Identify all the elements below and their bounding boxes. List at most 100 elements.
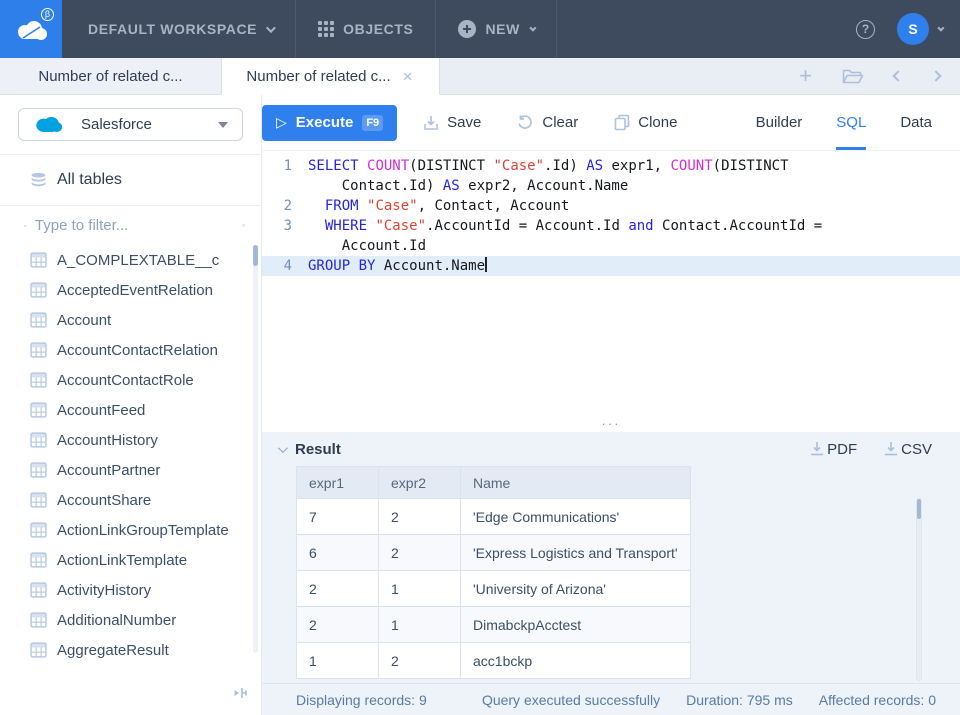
table-list-item[interactable]: Account bbox=[0, 305, 261, 335]
table-cell[interactable]: 1 bbox=[379, 571, 461, 607]
result-scrollbar[interactable] bbox=[916, 498, 922, 681]
table-cell[interactable]: 2 bbox=[379, 499, 461, 535]
table-cell[interactable]: 2 bbox=[297, 607, 379, 643]
scrollbar-thumb[interactable] bbox=[253, 245, 258, 266]
code-line[interactable]: 4 GROUP BY Account.Name bbox=[262, 256, 960, 276]
open-folder-button[interactable] bbox=[842, 68, 864, 85]
help-button[interactable]: ? bbox=[856, 0, 875, 58]
table-list-item[interactable]: A_COMPLEXTABLE__c bbox=[0, 245, 261, 275]
export-pdf-button[interactable]: PDF bbox=[809, 441, 857, 458]
line-number bbox=[262, 176, 308, 196]
table-cell[interactable]: 'Express Logistics and Transport' bbox=[461, 535, 691, 571]
sidebar-scrollbar[interactable] bbox=[253, 245, 258, 653]
result-body: expr1expr2Name 72'Edge Communications'62… bbox=[262, 466, 960, 683]
refresh-icon[interactable] bbox=[242, 217, 245, 234]
query-tab-1[interactable]: Number of related c... bbox=[0, 58, 222, 94]
panel-splitter[interactable]: ··· bbox=[262, 422, 960, 432]
code-text: Account.Id bbox=[308, 236, 426, 256]
code-line[interactable]: Account.Id bbox=[262, 236, 960, 256]
table-icon bbox=[30, 582, 47, 598]
query-tab-2-active[interactable]: Number of related c... × bbox=[222, 58, 440, 95]
filter-input[interactable] bbox=[35, 217, 234, 234]
collapse-sidebar-button[interactable] bbox=[233, 686, 249, 705]
table-cell[interactable]: acc1bckp bbox=[461, 643, 691, 679]
tab-sql[interactable]: SQL bbox=[836, 95, 866, 150]
table-cell[interactable]: 2 bbox=[379, 535, 461, 571]
copy-icon bbox=[614, 114, 630, 131]
column-header[interactable]: expr1 bbox=[297, 467, 379, 499]
table-cell[interactable]: 1 bbox=[379, 607, 461, 643]
table-name: AggregateResult bbox=[57, 642, 169, 659]
table-list-item[interactable]: AdditionalNumber bbox=[0, 605, 261, 635]
clear-button[interactable]: Clear bbox=[517, 114, 578, 131]
table-cell[interactable]: 'Edge Communications' bbox=[461, 499, 691, 535]
column-header[interactable]: Name bbox=[461, 467, 691, 499]
table-list-item[interactable]: AccountContactRelation bbox=[0, 335, 261, 365]
chevron-down-icon bbox=[266, 23, 276, 33]
status-message: Query executed successfully bbox=[482, 692, 660, 708]
column-header[interactable]: expr2 bbox=[379, 467, 461, 499]
code-line[interactable]: 1 SELECT COUNT(DISTINCT "Case".Id) AS ex… bbox=[262, 156, 960, 176]
close-icon[interactable]: × bbox=[401, 66, 415, 87]
table-list-item[interactable]: AccountFeed bbox=[0, 395, 261, 425]
grid-icon bbox=[318, 21, 334, 37]
table-list-item[interactable]: ActivityHistory bbox=[0, 575, 261, 605]
table-list-item[interactable]: AccountPartner bbox=[0, 455, 261, 485]
table-list-item[interactable]: AcceptedEventRelation bbox=[0, 275, 261, 305]
tab-actions: + bbox=[799, 58, 960, 94]
table-row[interactable]: 72'Edge Communications' bbox=[297, 499, 691, 535]
table-row[interactable]: 21'University of Arizona' bbox=[297, 571, 691, 607]
table-cell[interactable]: 2 bbox=[297, 571, 379, 607]
table-row[interactable]: 62'Express Logistics and Transport' bbox=[297, 535, 691, 571]
prev-tab-button[interactable] bbox=[894, 72, 902, 80]
save-button[interactable]: Save bbox=[423, 114, 481, 131]
export-csv-button[interactable]: CSV bbox=[883, 441, 932, 458]
app-logo[interactable]: β bbox=[0, 0, 62, 58]
table-list-item[interactable]: ActionLinkTemplate bbox=[0, 545, 261, 575]
connection-select[interactable]: Salesforce bbox=[18, 108, 243, 141]
table-list-item[interactable]: AccountContactRole bbox=[0, 365, 261, 395]
tab-builder[interactable]: Builder bbox=[756, 95, 803, 150]
filter-row bbox=[0, 206, 261, 245]
objects-menu[interactable]: OBJECTS bbox=[296, 0, 435, 58]
table-row[interactable]: 21DimabckpAcctest bbox=[297, 607, 691, 643]
code-line[interactable]: Contact.Id) AS expr2, Account.Name bbox=[262, 176, 960, 196]
line-number: 1 bbox=[262, 156, 308, 176]
new-menu[interactable]: NEW bbox=[436, 0, 555, 58]
table-cell[interactable]: DimabckpAcctest bbox=[461, 607, 691, 643]
cloud-icon bbox=[14, 17, 48, 41]
all-tables-item[interactable]: All tables bbox=[0, 155, 261, 205]
table-cell[interactable]: 1 bbox=[297, 643, 379, 679]
code-line[interactable]: 3 WHERE "Case".AccountId = Account.Id an… bbox=[262, 216, 960, 236]
table-cell[interactable]: 6 bbox=[297, 535, 379, 571]
workspace-menu[interactable]: DEFAULT WORKSPACE bbox=[62, 0, 295, 58]
table-name: AdditionalNumber bbox=[57, 612, 176, 629]
table-name: Account bbox=[57, 312, 111, 329]
next-tab-button[interactable] bbox=[932, 72, 940, 80]
result-panel: Result PDF bbox=[262, 432, 960, 715]
line-number: 4 bbox=[262, 256, 308, 276]
tab-label: SQL bbox=[836, 114, 866, 131]
sql-editor[interactable]: 1 SELECT COUNT(DISTINCT "Case".Id) AS ex… bbox=[262, 150, 960, 422]
folder-icon bbox=[842, 68, 864, 85]
account-menu[interactable]: S bbox=[897, 0, 942, 58]
new-tab-button[interactable]: + bbox=[799, 65, 812, 87]
tab-data[interactable]: Data bbox=[900, 95, 932, 150]
table-list-item[interactable]: ActionLinkGroupTemplate bbox=[0, 515, 261, 545]
table-cell[interactable]: 7 bbox=[297, 499, 379, 535]
table-cell[interactable]: 'University of Arizona' bbox=[461, 571, 691, 607]
table-list-item[interactable]: AccountShare bbox=[0, 485, 261, 515]
table-list-item[interactable]: AggregateResult bbox=[0, 635, 261, 665]
code-line[interactable]: 2 FROM "Case", Contact, Account bbox=[262, 196, 960, 216]
clone-button[interactable]: Clone bbox=[614, 114, 677, 131]
table-cell[interactable]: 2 bbox=[379, 643, 461, 679]
displaying-records: Displaying records: 9 bbox=[296, 692, 427, 708]
table-icon bbox=[30, 552, 47, 568]
question-icon: ? bbox=[856, 20, 875, 39]
scrollbar-thumb[interactable] bbox=[917, 499, 921, 519]
collapse-result-icon[interactable] bbox=[278, 443, 288, 453]
table-list-item[interactable]: AccountHistory bbox=[0, 425, 261, 455]
execute-button[interactable]: ▷ Execute F9 bbox=[262, 105, 397, 141]
tab-label: Builder bbox=[756, 114, 803, 131]
table-row[interactable]: 12acc1bckp bbox=[297, 643, 691, 679]
